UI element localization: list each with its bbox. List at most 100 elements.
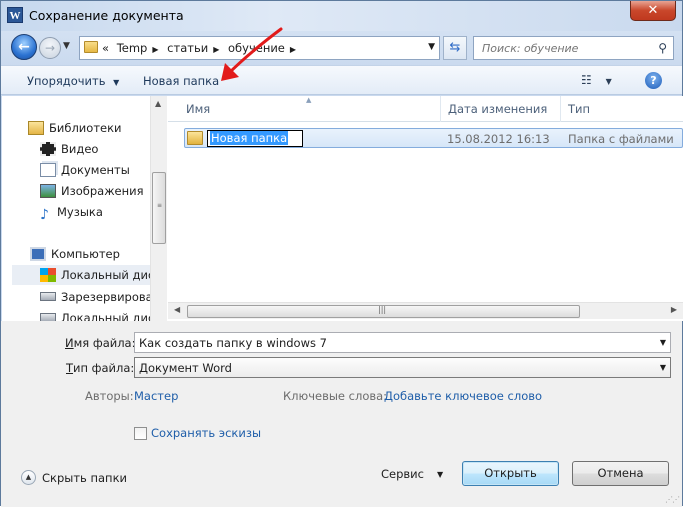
breadcrumb-articles[interactable]: статьи [167,41,208,55]
windows-drive-icon [40,268,56,282]
open-button[interactable]: Открыть [462,461,559,486]
chevron-right-icon[interactable]: ▶ [152,45,158,54]
music-icon: ♪ [40,207,49,223]
scroll-up-icon[interactable]: ▲ [155,99,161,108]
word-app-icon: W [7,7,23,23]
chevron-down-icon: ▼ [113,78,120,87]
search-input[interactable] [474,37,649,59]
save-thumbnails-checkbox[interactable] [134,427,147,440]
drive-icon [40,313,56,321]
save-dialog-window: W Сохранение документа ✕ ← → ▼ « Temp ▶ с… [0,0,683,507]
title-bar[interactable]: W Сохранение документа ✕ [1,1,682,31]
nav-item-label: Локальный диск [61,311,162,321]
filetype-select[interactable]: Документ Word ▼ [134,357,671,378]
nav-item-label: Библиотеки [49,121,122,135]
nav-item-libraries[interactable]: Библиотеки [28,118,122,138]
annotation-arrow-icon [221,27,283,81]
tools-button[interactable]: Сервис [381,467,424,481]
nav-item-local-disk-c[interactable]: Локальный диск [12,265,161,285]
nav-item-music[interactable]: ♪ Музыка [40,202,103,223]
scroll-right-icon[interactable]: ▶ [671,305,677,314]
breadcrumb-temp[interactable]: Temp [117,41,148,55]
nav-item-video[interactable]: Видео [40,139,98,159]
folder-icon [187,131,203,145]
chevron-down-icon[interactable]: ▼ [660,363,666,372]
nav-item-label: Видео [61,142,99,156]
scrollbar-thumb[interactable]: ||| [187,305,580,318]
new-folder-button[interactable]: Новая папка [143,74,219,88]
library-icon [28,121,44,135]
filename-label: Имя файла: [65,336,136,350]
keywords-label: Ключевые слова: [283,389,388,403]
chevron-down-icon[interactable]: ▼ [660,338,666,347]
organize-button[interactable]: Упорядочить ▼ [27,74,119,88]
collapse-up-icon[interactable]: ▲ [21,470,36,485]
nav-item-label: Изображения [61,184,144,198]
refresh-icon: ⇆ [449,40,461,55]
column-date[interactable]: Дата изменения [448,102,547,116]
breadcrumb-prefix[interactable]: « [102,41,109,55]
keywords-value[interactable]: Добавьте ключевое слово [384,389,542,403]
nav-pane-scrollbar[interactable]: ▲ ≡ [150,96,167,321]
grip-icon: ≡ [157,202,163,209]
search-icon[interactable]: ⚲ [658,41,667,55]
nav-item-documents[interactable]: Документы [40,160,130,180]
filename-field[interactable]: Как создать папку в windows 7 ▼ [134,332,671,353]
folder-icon [84,41,98,53]
file-browser: Библиотеки Видео Документы Изображения ♪… [2,96,683,321]
rename-input[interactable]: Новая папка [207,130,303,147]
filename-value: Как создать папку в windows 7 [139,336,327,350]
filetype-value: Документ Word [139,361,232,375]
nav-item-reserved[interactable]: Зарезервирован [40,287,160,307]
close-button[interactable]: ✕ [630,1,676,21]
table-row[interactable]: Новая папка 15.08.2012 16:13 Папка с фай… [184,128,683,148]
filetype-label: Тип файла: [66,361,135,375]
documents-icon [40,163,56,177]
save-form: Имя файла: Как создать папку в windows 7… [1,321,682,507]
computer-icon [30,247,46,261]
nav-item-computer[interactable]: Компьютер [30,244,120,264]
history-dropdown-icon[interactable]: ▼ [63,41,70,51]
column-divider[interactable] [440,96,441,122]
column-type[interactable]: Тип [568,102,590,116]
scrollbar-thumb[interactable]: ≡ [152,172,166,244]
chevron-down-icon[interactable]: ▼ [437,470,443,479]
pictures-icon [40,184,56,198]
chevron-down-icon[interactable]: ▼ [428,42,435,52]
organize-label: Упорядочить [27,74,106,88]
cancel-button[interactable]: Отмена [572,461,669,486]
help-button[interactable]: ? [645,72,662,89]
authors-value[interactable]: Мастер [134,389,178,403]
nav-item-pictures[interactable]: Изображения [40,181,144,201]
chevron-right-icon[interactable]: ▶ [290,45,296,54]
chevron-down-icon: ▼ [605,77,612,86]
drive-icon [40,292,56,301]
save-thumbnails-label[interactable]: Сохранять эскизы [151,426,261,440]
column-divider[interactable] [560,96,561,122]
grip-icon: ||| [378,305,387,314]
navigation-bar: ← → ▼ « Temp▶ статьи▶ обучение▶ ▼ ⇆ ⚲ [1,31,682,65]
navigation-pane: Библиотеки Видео Документы Изображения ♪… [2,96,167,321]
folder-name-text: Новая папка [210,131,289,145]
view-options-button[interactable]: ☷ ▼ [581,73,612,87]
back-button[interactable]: ← [11,34,37,60]
window-title: Сохранение документа [29,8,184,23]
nav-item-local-disk-d[interactable]: Локальный диск [40,308,161,321]
horizontal-scrollbar[interactable]: ◀ ||| ▶ [168,302,683,319]
nav-item-label: Компьютер [51,247,120,261]
back-arrow-icon: ← [18,39,30,55]
nav-item-label: Зарезервирован [61,290,161,304]
resize-grip-icon[interactable]: ⋰⋰ [665,495,680,504]
video-icon [40,142,56,156]
forward-arrow-icon: → [44,41,56,55]
refresh-button[interactable]: ⇆ [443,36,467,60]
search-box[interactable]: ⚲ [473,36,674,60]
nav-item-label: Документы [61,163,130,177]
forward-button[interactable]: → [39,37,61,59]
column-name[interactable]: Имя [186,102,210,116]
authors-label: Авторы: [85,389,134,403]
sort-ascending-icon: ▲ [306,96,312,104]
scroll-left-icon[interactable]: ◀ [174,305,180,314]
view-list-icon: ☷ [581,73,592,87]
hide-folders-button[interactable]: Скрыть папки [42,471,127,485]
